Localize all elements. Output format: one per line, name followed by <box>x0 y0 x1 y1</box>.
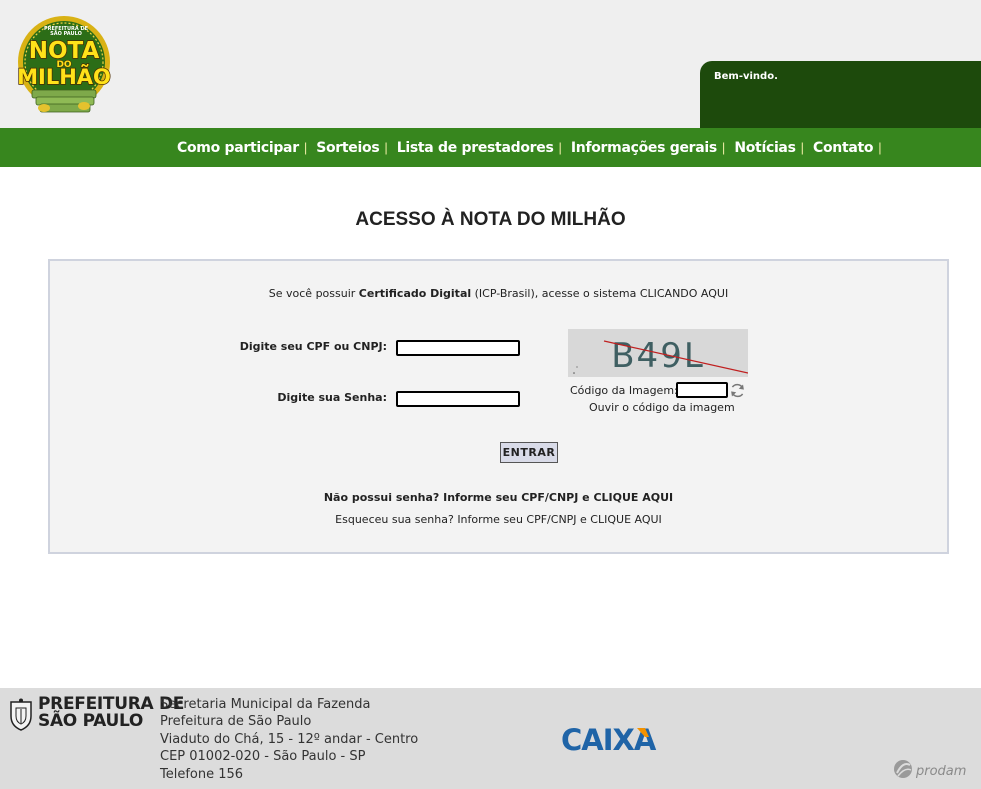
nav-separator: | <box>800 140 805 155</box>
password-input[interactable] <box>396 391 520 407</box>
address-line: Prefeitura de São Paulo <box>160 714 312 730</box>
nav-item-sorteios: Sorteios | <box>316 140 397 156</box>
welcome-text: Bem-vindo. <box>714 71 778 82</box>
audio-captcha-link[interactable]: Ouvir o código da imagem <box>589 401 735 414</box>
nav-link-como-participar[interactable]: Como participar <box>177 140 299 156</box>
address-line: CEP 01002-020 - São Paulo - SP <box>160 749 366 765</box>
prodam-logo[interactable]: prodam <box>892 758 976 780</box>
nav-separator: | <box>303 140 308 155</box>
caixa-logo[interactable]: CAIXA <box>561 724 673 754</box>
cpf-label: Digite seu CPF ou CNPJ: <box>239 340 387 353</box>
nav-item-informacoes-gerais: Informações gerais | <box>571 140 734 156</box>
forgot-password-link[interactable]: Esqueceu sua senha? Informe seu CPF/CNPJ… <box>335 513 662 526</box>
svg-text:prodam: prodam <box>915 764 966 779</box>
nav-link-lista-de-prestadores[interactable]: Lista de prestadores <box>397 140 554 156</box>
nav-separator: | <box>878 140 882 155</box>
nav-link-contato[interactable]: Contato <box>813 140 874 156</box>
footer: PREFEITURA DE SÃO PAULO Secretaria Munic… <box>0 688 981 789</box>
nav-item-lista-de-prestadores: Lista de prestadores | <box>397 140 571 156</box>
address-line: Telefone 156 <box>160 766 244 782</box>
forgot-password-line: Esqueceu sua senha? Informe seu CPF/CNPJ… <box>50 513 947 526</box>
nav-link-noticias[interactable]: Notícias <box>734 140 796 156</box>
no-password-line: Não possui senha? Informe seu CPF/CNPJ e… <box>50 491 947 504</box>
submit-button[interactable]: ENTRAR <box>500 442 558 463</box>
svg-text:MILHÃO: MILHÃO <box>17 64 111 89</box>
certificate-prefix: Se você possuir <box>268 287 359 300</box>
address-line: Viaduto do Chá, 15 - 12º andar - Centro <box>160 731 419 747</box>
password-label: Digite sua Senha: <box>277 391 387 404</box>
nav-link-sorteios[interactable]: Sorteios <box>316 140 379 156</box>
nota-do-milhao-logo[interactable]: PREFEITURA DE SÃO PAULO NOTA DO MILHÃO <box>14 14 114 120</box>
certificate-link[interactable]: (ICP-Brasil), acesse o sistema CLICANDO … <box>471 287 729 300</box>
login-panel: Se você possuir Certificado Digital (ICP… <box>48 259 949 554</box>
page-title: ACESSO À NOTA DO MILHÃO <box>355 209 626 230</box>
nav-link-informacoes-gerais[interactable]: Informações gerais <box>571 140 717 156</box>
no-password-link[interactable]: Não possui senha? Informe seu CPF/CNPJ e… <box>324 491 673 504</box>
address-line: Secretaria Municipal da Fazenda <box>160 697 371 712</box>
header: PREFEITURA DE SÃO PAULO NOTA DO MILHÃO B… <box>0 0 981 128</box>
cpf-input[interactable] <box>396 340 520 356</box>
certificate-line: Se você possuir Certificado Digital (ICP… <box>50 287 947 300</box>
welcome-box: Bem-vindo. <box>700 61 981 128</box>
footer-address: Secretaria Municipal da Fazenda Prefeitu… <box>160 696 418 783</box>
nav-separator: | <box>558 140 562 155</box>
main-nav: Como participar | Sorteios | Lista de pr… <box>0 128 981 167</box>
nav-separator: | <box>384 140 388 155</box>
nav-item-como-participar: Como participar | <box>177 140 316 156</box>
nav-separator: | <box>721 140 726 155</box>
captcha-input[interactable] <box>676 382 728 398</box>
nav-item-contato: Contato | <box>813 140 891 156</box>
svg-text:SÃO PAULO: SÃO PAULO <box>50 30 82 37</box>
nav-item-noticias: Notícias | <box>734 140 813 156</box>
svg-text:B49L: B49L <box>611 336 705 376</box>
captcha-label: Código da Imagem: <box>570 384 678 397</box>
captcha-image: B49L <box>568 329 748 377</box>
certificate-bold: Certificado Digital <box>358 287 472 300</box>
city-seal-icon <box>10 698 32 731</box>
refresh-icon[interactable] <box>729 382 746 399</box>
